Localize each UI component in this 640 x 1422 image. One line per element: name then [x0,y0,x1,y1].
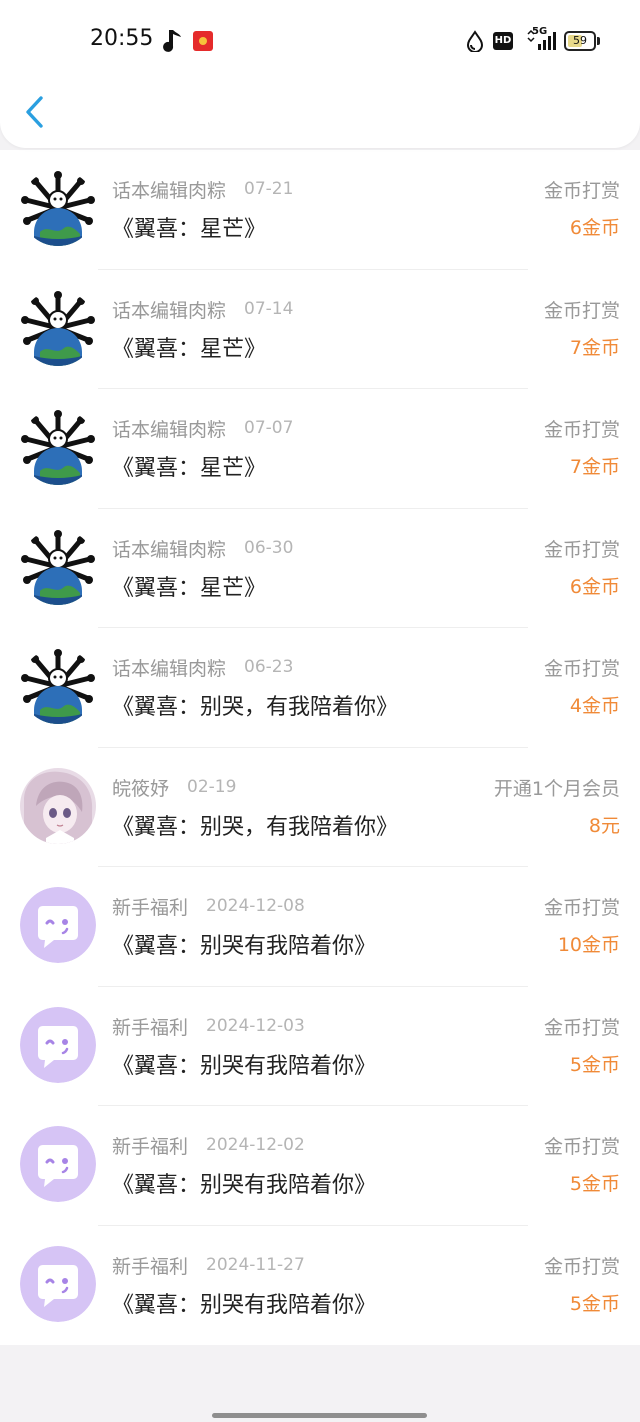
book-title: 《翼喜：星芒》 [112,217,267,242]
avatar-globe-icon[interactable] [20,170,96,246]
reward-type: 金币打赏 [543,1136,620,1158]
sender-name: 话本编辑肉粽 [112,180,227,202]
sender-name: 新手福利 [112,1016,189,1039]
water-drop-icon [466,30,484,52]
reward-type: 金币打赏 [543,1255,620,1278]
hd-badge: HD [493,32,513,50]
reward-type: 金币打赏 [543,419,620,441]
reward-amount: 10金币 [557,934,620,956]
red-packet-icon [193,31,213,51]
avatar-chat-icon[interactable] [20,1006,96,1083]
record-date: 07-07 [244,418,294,438]
sender-name: 话本编辑肉粽 [112,419,227,441]
record-row[interactable]: 新手福利 2024-12-08 《翼喜：别哭有我陪着你》 金币打赏 10金币 [0,867,640,987]
reward-type: 金币打赏 [543,897,620,919]
sender-name: 新手福利 [112,897,189,919]
book-title: 《翼喜：别哭有我陪着你》 [112,1292,377,1318]
book-title: 《翼喜：别哭有我陪着你》 [112,1173,377,1198]
record-date: 07-21 [244,179,294,199]
avatar-globe-icon[interactable] [20,409,96,485]
record-row[interactable]: 话本编辑肉粽 07-14 《翼喜：星芒》 金币打赏 7金币 [0,270,640,389]
record-date: 06-23 [244,657,294,677]
reward-amount: 7金币 [569,456,620,478]
record-row[interactable]: 话本编辑肉粽 07-07 《翼喜：星芒》 金币打赏 7金币 [0,389,640,509]
record-date: 2024-11-27 [206,1254,305,1275]
avatar-globe-icon[interactable] [20,528,96,605]
status-bar: 20:55 HD 5G 59 [0,0,640,80]
reward-amount: 7金币 [569,336,620,359]
avatar-anime-icon[interactable] [20,767,96,844]
record-date: 07-14 [244,298,294,319]
avatar-globe-icon[interactable] [20,289,96,366]
reward-type: 金币打赏 [543,538,620,561]
sender-name: 话本编辑肉粽 [112,299,227,322]
reward-amount: 5金币 [569,1292,620,1315]
record-date: 02-19 [187,776,237,797]
book-title: 《翼喜：星芒》 [112,575,267,601]
record-date: 06-30 [244,537,294,558]
avatar-chat-icon[interactable] [20,887,96,963]
header-bar: 20:55 HD 5G 59 [0,0,640,148]
book-title: 《翼喜：别哭，有我陪着你》 [112,695,399,720]
avatar-chat-icon[interactable] [20,1126,96,1202]
record-row[interactable]: 新手福利 2024-12-02 《翼喜：别哭有我陪着你》 金币打赏 5金币 [0,1106,640,1226]
reward-type: 金币打赏 [543,1016,620,1039]
battery-percent: 59 [573,34,587,47]
book-title: 《翼喜：星芒》 [112,456,267,481]
music-note-icon [163,30,181,52]
record-row[interactable]: 话本编辑肉粽 06-30 《翼喜：星芒》 金币打赏 6金币 [0,509,640,628]
reward-amount: 6金币 [569,575,620,598]
record-row[interactable]: 话本编辑肉粽 07-21 《翼喜：星芒》 金币打赏 6金币 [0,150,640,270]
sender-name: 新手福利 [112,1255,189,1278]
reward-type: 金币打赏 [543,299,620,322]
book-title: 《翼喜：别哭有我陪着你》 [112,934,377,959]
battery-tip [597,37,600,45]
sender-name: 话本编辑肉粽 [112,658,227,680]
sender-name: 皖筱妤 [112,777,170,800]
record-date: 2024-12-03 [206,1015,305,1036]
status-time: 20:55 [90,26,154,51]
reward-amount: 5金币 [569,1173,620,1195]
reward-type: 金币打赏 [543,658,620,680]
reward-amount: 4金币 [569,695,620,717]
home-indicator[interactable] [212,1413,427,1418]
book-title: 《翼喜：星芒》 [112,336,267,362]
back-button[interactable] [20,94,50,130]
book-title: 《翼喜：别哭，有我陪着你》 [112,814,399,840]
book-title: 《翼喜：别哭有我陪着你》 [112,1053,377,1079]
reward-amount: 5金币 [569,1053,620,1076]
avatar-globe-icon[interactable] [20,648,96,724]
reward-type: 开通1个月会员 [493,777,620,800]
network-label: 5G [532,26,548,37]
battery-icon: 59 [564,31,596,51]
record-row[interactable]: 话本编辑肉粽 06-23 《翼喜：别哭，有我陪着你》 金币打赏 4金币 [0,628,640,748]
record-row[interactable]: 皖筱妤 02-19 《翼喜：别哭，有我陪着你》 开通1个月会员 8元 [0,748,640,867]
record-date: 2024-12-08 [206,896,305,916]
reward-type: 金币打赏 [543,180,620,202]
reward-amount: 6金币 [569,217,620,239]
sender-name: 话本编辑肉粽 [112,538,227,561]
record-row[interactable]: 新手福利 2024-12-03 《翼喜：别哭有我陪着你》 金币打赏 5金币 [0,987,640,1106]
record-date: 2024-12-02 [206,1135,305,1155]
avatar-chat-icon[interactable] [20,1245,96,1322]
sender-name: 新手福利 [112,1136,189,1158]
reward-amount: 8元 [588,814,620,837]
record-row[interactable]: 新手福利 2024-11-27 《翼喜：别哭有我陪着你》 金币打赏 5金币 [0,1226,640,1346]
reward-record-list: 话本编辑肉粽 07-21 《翼喜：星芒》 金币打赏 6金币 话本编辑肉粽 07-14 《翼喜… [0,150,640,1345]
